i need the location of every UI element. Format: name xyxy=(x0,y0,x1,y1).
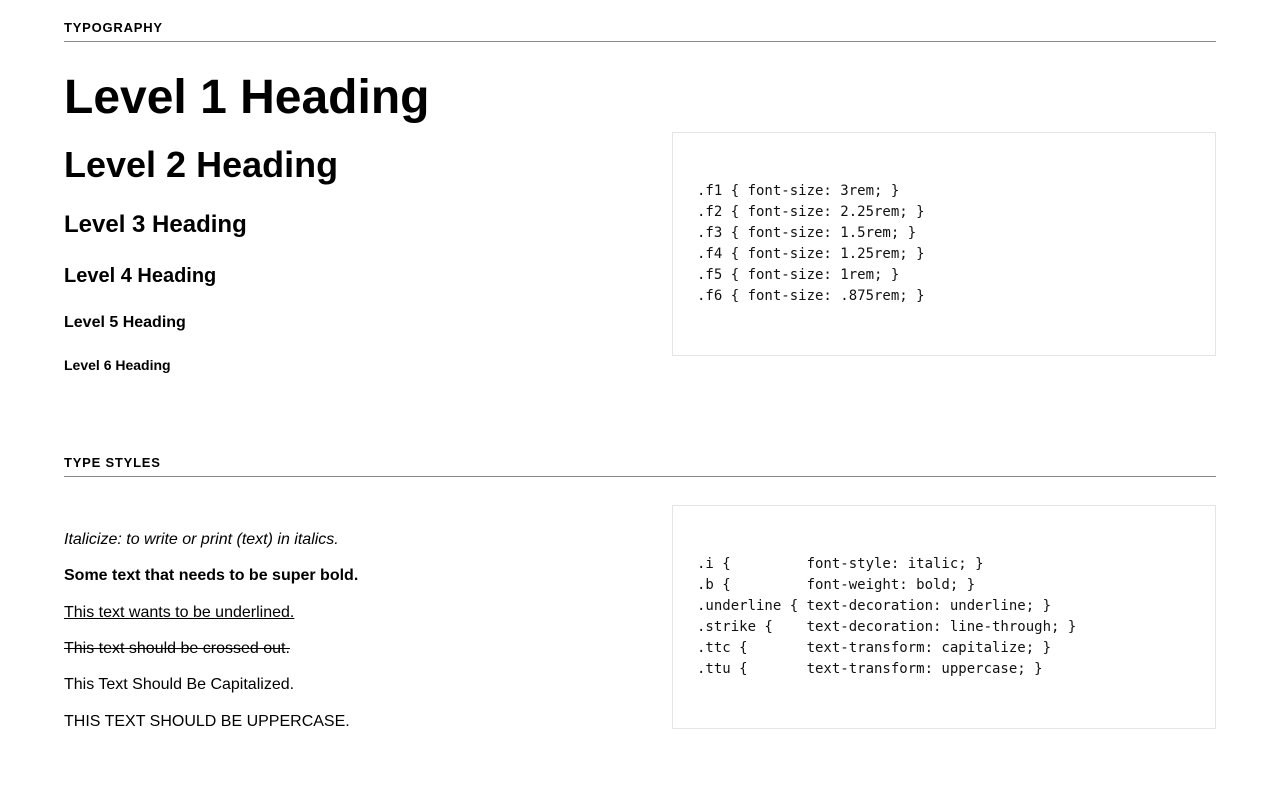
type-styles-preview: Italicize: to write or print (text) in i… xyxy=(64,505,640,747)
typography-row: Level 1 Heading Level 2 Heading Level 3 … xyxy=(64,70,1216,375)
type-styles-row: Italicize: to write or print (text) in i… xyxy=(64,505,1216,747)
typography-code-block: .f1 { font-size: 3rem; } .f2 { font-size… xyxy=(672,132,1216,356)
type-styles-code-block: .i { font-style: italic; } .b { font-wei… xyxy=(672,505,1216,729)
typography-preview: Level 1 Heading Level 2 Heading Level 3 … xyxy=(64,70,640,375)
example-capitalize: this text should be capitalized. xyxy=(64,674,640,696)
heading-level-1: Level 1 Heading xyxy=(64,70,640,125)
typography-code-column: .f1 { font-size: 3rem; } .f2 { font-size… xyxy=(672,132,1216,356)
example-uppercase: this text should be uppercase. xyxy=(64,711,640,733)
heading-level-5: Level 5 Heading xyxy=(64,313,640,333)
heading-level-6: Level 6 Heading xyxy=(64,357,640,375)
heading-level-4: Level 4 Heading xyxy=(64,264,640,289)
section-label-type-styles: Type Styles xyxy=(64,455,1216,477)
section-label-typography: Typography xyxy=(64,20,1216,42)
heading-level-3: Level 3 Heading xyxy=(64,210,640,240)
example-underline: This text wants to be underlined. xyxy=(64,602,640,624)
heading-level-2: Level 2 Heading xyxy=(64,143,640,186)
type-styles-code-column: .i { font-style: italic; } .b { font-wei… xyxy=(672,505,1216,729)
example-italic: Italicize: to write or print (text) in i… xyxy=(64,529,640,551)
example-strike: This text should be crossed out. xyxy=(64,638,640,660)
example-bold: Some text that needs to be super bold. xyxy=(64,565,640,587)
